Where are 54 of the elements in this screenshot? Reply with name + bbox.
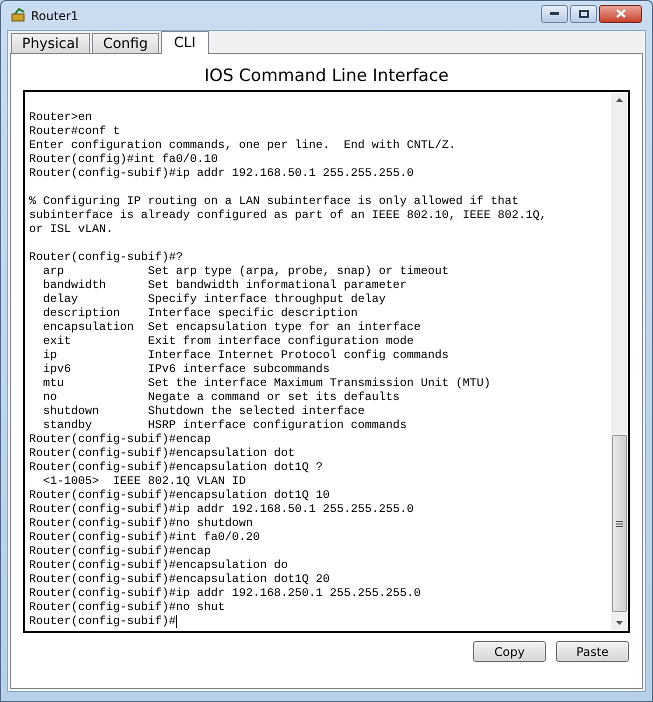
console-line: Router(config-subif)#ip addr 192.168.250.1 255.255.255.0 (29, 586, 421, 600)
console-line: Router(config-subif)#no shut (29, 600, 225, 614)
close-icon (616, 9, 626, 18)
close-button[interactable] (599, 4, 642, 22)
console-line: % Configuring IP routing on a LAN subinterface is only allowed if that (29, 194, 519, 208)
console-line: no Negate a command or set its defaults (42, 390, 400, 404)
scroll-up-icon (616, 98, 623, 102)
console-line: ip Interface Internet Protocol config commands (42, 348, 449, 362)
console-line: encapsulation Set encapsulation type for an interface (42, 320, 421, 334)
console-line: Router(config-subif)#encap (29, 432, 211, 446)
console-line: or ISL vLAN. (29, 222, 113, 236)
console-line: Router>en (29, 110, 92, 124)
tab[interactable]: CLI (160, 31, 209, 54)
action-button[interactable]: Paste (556, 641, 629, 662)
maximize-icon (578, 10, 588, 18)
tab[interactable]: Config (92, 33, 159, 54)
console-line: exit Exit from interface configuration mode (42, 334, 414, 348)
console-line: Router(config-subif)#encapsulation do (29, 558, 288, 572)
minimize-button[interactable] (541, 4, 568, 22)
console-line: bandwidth Set bandwidth informational parameter (42, 278, 407, 292)
grip-icon (616, 520, 623, 526)
console-line: Router(config-subif)#encapsulation dot (29, 446, 295, 460)
console-line: Router(config-subif)#int fa0/0.20 (29, 530, 260, 544)
console-line: Router(config-subif)# (29, 614, 176, 628)
console-line: shutdown Shutdown the selected interface (42, 404, 365, 418)
router-icon (11, 8, 27, 24)
console-line: Router(config)#int fa0/0.10 (29, 152, 218, 166)
console-line: <1-1005> IEEE 802.1Q VLAN ID (42, 474, 246, 488)
console-line: Router(config-subif)#encapsulation dot1Q 10 (29, 488, 330, 502)
console-line: delay Specify interface throughput delay (42, 292, 386, 306)
console-line: description Interface specific description (42, 306, 358, 320)
console-line: Router#conf t (29, 124, 120, 138)
console-line: subinterface is already configured as part of an IEEE 802.10, IEEE 802.1Q, (29, 208, 547, 222)
console-line: Router(config-subif)#no shutdown (29, 516, 253, 530)
console-line: Router(config-subif)#ip addr 192.168.50.1 255.255.255.0 (29, 166, 414, 180)
window-title: Router1 (31, 8, 78, 24)
console-line: Router(config-subif)#? (29, 250, 183, 264)
console-line: Router(config-subif)#encap (29, 544, 211, 558)
scroll-thumb[interactable] (612, 435, 627, 612)
console-line: Enter configuration commands, one per line. End with CNTL/Z. (29, 138, 456, 152)
console-line: Router(config-subif)#encapsulation dot1Q ? (29, 460, 323, 474)
scroll-down-icon (616, 621, 623, 625)
action-button[interactable]: Copy (473, 641, 546, 662)
console-line: Router(config-subif)#ip addr 192.168.50.1 255.255.255.0 (29, 502, 414, 516)
minimize-icon (550, 12, 559, 15)
panel-heading: IOS Command Line Interface (203, 65, 450, 88)
console-line: mtu Set the interface Maximum Transmission Unit (MTU) (42, 376, 491, 390)
console-line: ipv6 IPv6 interface subcommands (42, 362, 330, 376)
console-line: arp Set arp type (arpa, probe, snap) or timeout (42, 264, 449, 278)
text-cursor (176, 614, 177, 628)
console-line: Router(config-subif)#encapsulation dot1Q 20 (29, 572, 330, 586)
console-line: standby HSRP interface configuration commands (42, 418, 407, 432)
maximize-button[interactable] (570, 4, 597, 22)
tab[interactable]: Physical (11, 33, 90, 54)
